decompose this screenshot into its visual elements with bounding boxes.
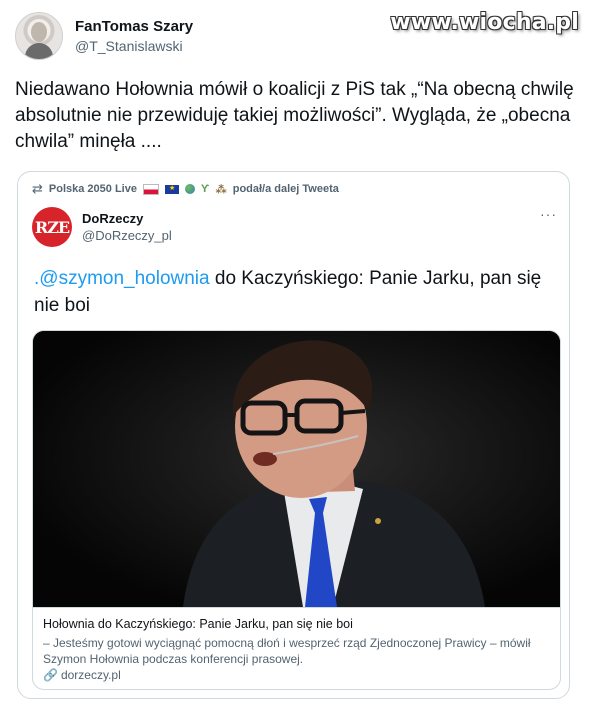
link-icon: 🔗: [43, 668, 58, 682]
card-domain[interactable]: dorzeczy.pl: [61, 667, 121, 683]
quoted-avatar[interactable]: RZE: [32, 207, 72, 247]
speaker-photo-illustration: [33, 331, 560, 607]
quoted-text: .@szymon_holownia do Kaczyńskiego: Panie…: [34, 265, 554, 319]
retweet-attribution: ⇄ Polska 2050 Live Ƴ ⁂ podał/a dalej Twe…: [32, 181, 339, 197]
paw-icon: ⁂: [215, 183, 227, 196]
avatar[interactable]: [15, 12, 63, 60]
retweet-icon: ⇄: [32, 181, 43, 196]
card-title: Hołownia do Kaczyńskiego: Panie Jarku, p…: [43, 617, 353, 631]
tweet-text: Niedawano Hołownia mówił o koalicji z Pi…: [15, 79, 574, 152]
eu-flag-icon: [164, 184, 179, 194]
quoted-tweet[interactable]: ⇄ Polska 2050 Live Ƴ ⁂ podał/a dalej Twe…: [17, 171, 570, 699]
quoted-avatar-logo-text: RZE: [34, 217, 70, 237]
watermark: www.wiocha.pl: [390, 10, 579, 35]
author-display-name[interactable]: FanTomas Szary: [75, 18, 193, 35]
more-icon[interactable]: ···: [540, 206, 557, 222]
card-meta: Hołownia do Kaczyńskiego: Panie Jarku, p…: [33, 607, 560, 689]
quoted-display-name[interactable]: DoRzeczy: [82, 211, 172, 226]
seedling-icon: Ƴ: [200, 183, 210, 195]
retweet-action-label: podał/a dalej Tweeta: [232, 183, 339, 195]
link-card[interactable]: Hołownia do Kaczyńskiego: Panie Jarku, p…: [32, 330, 561, 690]
globe-icon: [184, 184, 195, 194]
mention-link[interactable]: .@szymon_holownia: [34, 268, 210, 289]
card-photo: [33, 331, 560, 607]
card-domain-row: 🔗 dorzeczy.pl: [43, 667, 550, 683]
author-handle[interactable]: @T_Stanislawski: [75, 38, 193, 54]
card-description: – Jesteśmy gotowi wyciągnąć pomocną dłoń…: [43, 636, 531, 666]
retweeter-name[interactable]: Polska 2050 Live: [49, 183, 137, 195]
quoted-handle[interactable]: @DoRzeczy_pl: [82, 228, 172, 243]
quoted-header: RZE DoRzeczy @DoRzeczy_pl: [32, 207, 172, 247]
tweet-header: FanTomas Szary @T_Stanislawski: [15, 12, 193, 60]
poland-flag-icon: [142, 183, 159, 195]
